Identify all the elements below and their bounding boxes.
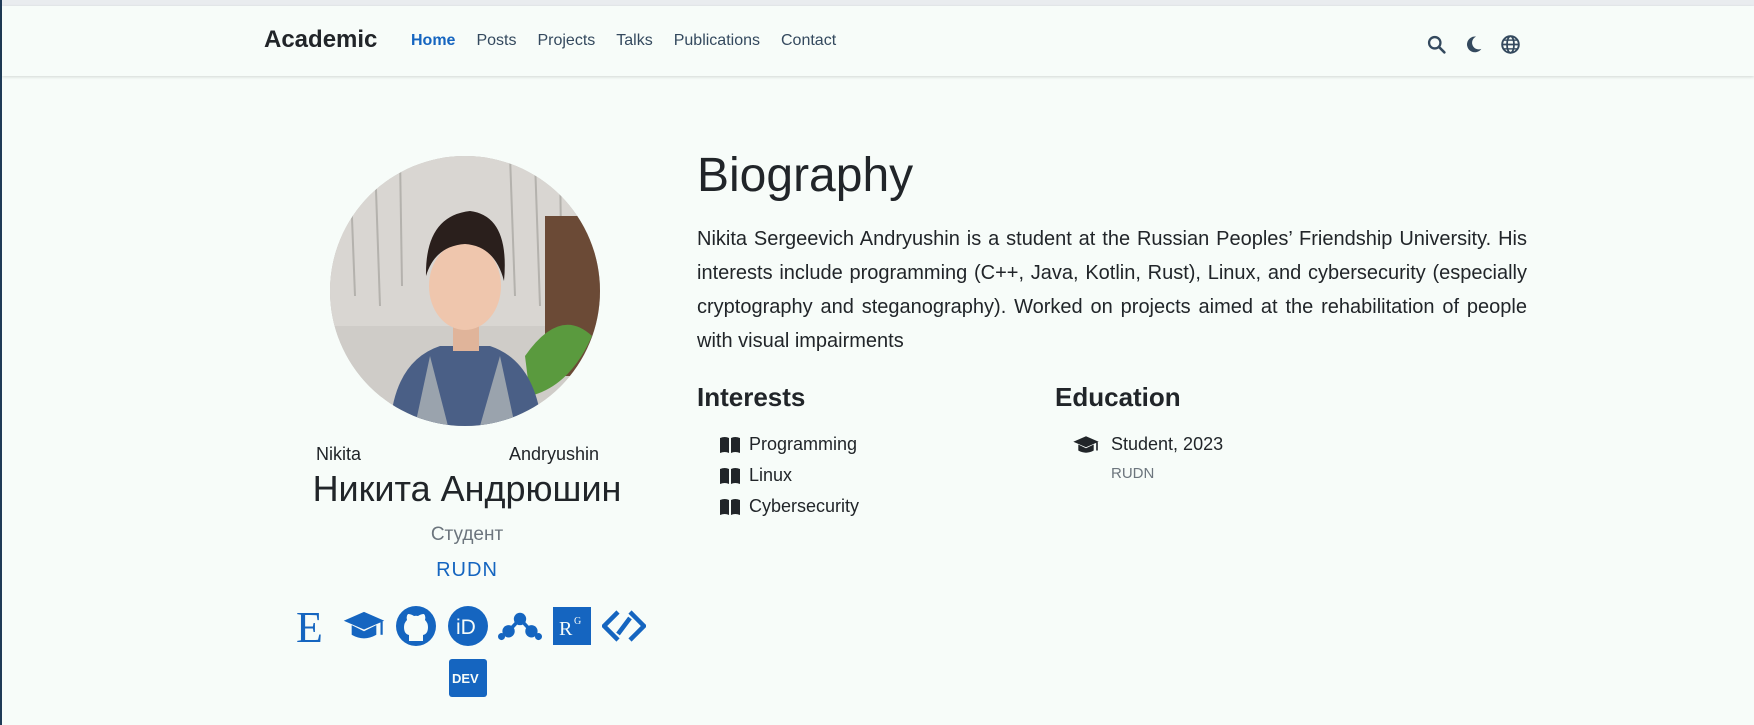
nav-icons [1426, 34, 1521, 55]
book-icon [720, 498, 740, 515]
svg-text:iD: iD [456, 616, 476, 639]
interest-label: Programming [749, 434, 858, 454]
mendeley-icon[interactable] [498, 604, 542, 648]
orcid-icon[interactable]: iD [446, 604, 490, 648]
svg-text:G: G [574, 616, 581, 627]
e-library-icon[interactable]: E [290, 604, 334, 648]
gitlab-like-icon[interactable] [602, 604, 646, 648]
moon-icon[interactable] [1463, 34, 1484, 55]
social-links: E iD RG DEV [278, 604, 658, 700]
interest-item: Linux [719, 465, 792, 486]
site-brand[interactable]: Academic [264, 26, 377, 54]
education-title: Education [1055, 382, 1181, 412]
github-icon[interactable] [394, 604, 438, 648]
full-name: Никита Андрюшин [312, 468, 622, 509]
book-icon [720, 467, 740, 484]
dev-icon[interactable]: DEV [446, 656, 490, 700]
researchgate-icon[interactable]: RG [550, 604, 594, 648]
organization[interactable]: RUDN [262, 559, 672, 582]
graduation-cap-icon[interactable] [342, 604, 386, 648]
education-institution: RUDN [1111, 465, 1155, 482]
interests-title: Interests [697, 382, 806, 412]
svg-text:E: E [296, 604, 323, 648]
svg-text:R: R [559, 618, 573, 640]
nav-link-home[interactable]: Home [411, 32, 455, 50]
nav-link-posts[interactable]: Posts [476, 32, 516, 50]
search-icon[interactable] [1426, 34, 1447, 55]
interest-item: Programming [719, 434, 857, 455]
nav-link-contact[interactable]: Contact [781, 32, 836, 50]
svg-text:DEV: DEV [452, 671, 479, 686]
name-parts: Nikita Andryushin [262, 444, 672, 468]
interest-label: Cybersecurity [749, 496, 860, 516]
role: Студент [430, 524, 504, 545]
navbar: Academic Home Posts Projects Talks Publi… [2, 6, 1754, 76]
biography-title: Biography [697, 149, 914, 202]
interest-label: Linux [749, 465, 793, 485]
nav-link-publications[interactable]: Publications [674, 32, 760, 50]
first-name: Nikita [316, 444, 362, 464]
book-icon [720, 436, 740, 453]
graduation-cap-icon [1071, 434, 1101, 461]
biography-section: Biography Nikita Sergeevich Andryushin i… [697, 148, 1527, 352]
globe-icon[interactable] [1500, 34, 1521, 55]
interest-item: Cybersecurity [719, 496, 859, 517]
avatar [330, 156, 600, 426]
education-course: Student, 2023 [1111, 434, 1224, 454]
nav-link-projects[interactable]: Projects [537, 32, 595, 50]
nav-link-talks[interactable]: Talks [616, 32, 652, 50]
nav-links: Home Posts Projects Talks Publications C… [411, 32, 857, 50]
last-name: Andryushin [509, 444, 600, 464]
biography-text: Nikita Sergeevich Andryushin is a studen… [697, 228, 1527, 352]
